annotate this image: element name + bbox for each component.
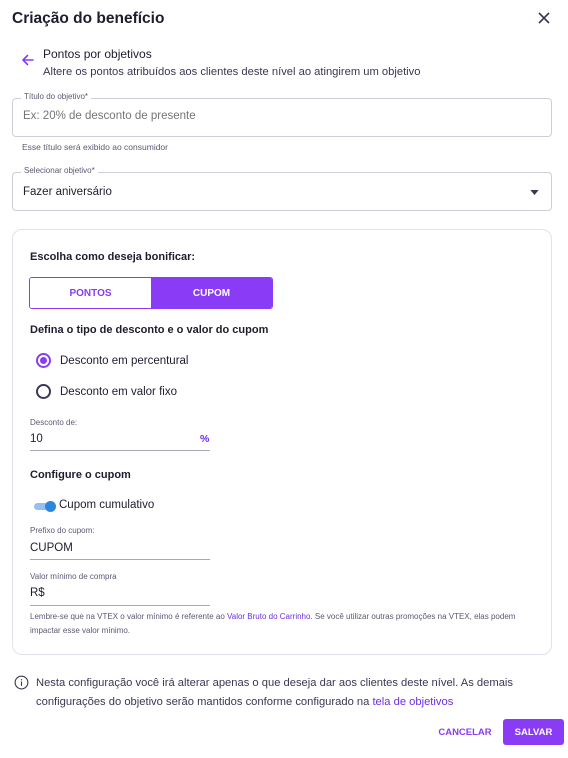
prefix-underline <box>30 559 210 560</box>
objective-title-label: Título do objetivo* <box>21 92 92 101</box>
radio-percentual[interactable]: Desconto em percentural <box>36 353 188 368</box>
radio-unchecked-icon <box>36 384 51 399</box>
tela-objetivos-link[interactable]: tela de objetivos <box>372 696 453 708</box>
discount-input[interactable]: 10 <box>30 433 43 445</box>
prefix-label: Prefixo do cupom: <box>30 526 95 535</box>
radio-percentual-label: Desconto em percentural <box>60 354 189 367</box>
save-button[interactable]: SALVAR <box>503 719 564 745</box>
min-purchase-label: Valor mínimo de compra <box>30 572 117 581</box>
discount-underline <box>30 450 210 451</box>
discount-suffix: % <box>200 433 210 445</box>
objective-select-label: Selecionar objetivo* <box>21 166 98 175</box>
objective-title-input[interactable] <box>23 110 538 122</box>
close-icon[interactable] <box>534 8 554 28</box>
section-subtitle: Altere os pontos atribuídos aos clientes… <box>43 66 421 78</box>
discount-label: Desconto de: <box>30 418 78 427</box>
chevron-down-icon <box>530 190 539 195</box>
back-arrow-icon[interactable] <box>20 52 36 68</box>
cumulative-label: Cupom cumulativo <box>59 499 155 511</box>
discount-type-heading: Defina o tipo de desconto e o valor do c… <box>30 324 269 336</box>
valor-bruto-link[interactable]: Valor Bruto do Carrinho <box>227 612 310 621</box>
objective-select-value: Fazer aniversário <box>23 186 112 198</box>
info-icon <box>14 675 29 690</box>
vtex-note: Lembre-se que na VTEX o valor mínimo é r… <box>30 612 516 635</box>
toggle-cupom[interactable]: CUPOM <box>151 278 272 308</box>
objective-title-helper: Esse título será exibido ao consumidor <box>22 142 168 152</box>
toggle-pontos[interactable]: PONTOS <box>30 278 151 308</box>
bonus-heading: Escolha como deseja bonificar: <box>30 251 196 263</box>
radio-valor-fixo[interactable]: Desconto em valor fixo <box>36 384 177 399</box>
info-text: Nesta configuração você irá alterar apen… <box>36 677 513 708</box>
min-purchase-underline <box>30 605 210 606</box>
coupon-heading: Configure o cupom <box>30 469 131 481</box>
prefix-input[interactable]: CUPOM <box>30 542 73 554</box>
radio-valor-fixo-label: Desconto em valor fixo <box>60 385 177 398</box>
objective-title-field[interactable]: Título do objetivo* <box>12 92 552 137</box>
dialog-title: Criação do benefício <box>12 10 165 27</box>
section-title: Pontos por objetivos <box>43 47 152 61</box>
bonus-toggle-group: PONTOS CUPOM <box>29 277 273 309</box>
radio-checked-icon <box>36 353 51 368</box>
cumulative-switch[interactable] <box>34 501 56 512</box>
objective-select[interactable]: Selecionar objetivo* Fazer aniversário <box>12 166 552 211</box>
cancel-button[interactable]: CANCELAR <box>436 719 494 745</box>
min-purchase-input[interactable]: R$ <box>30 587 45 599</box>
